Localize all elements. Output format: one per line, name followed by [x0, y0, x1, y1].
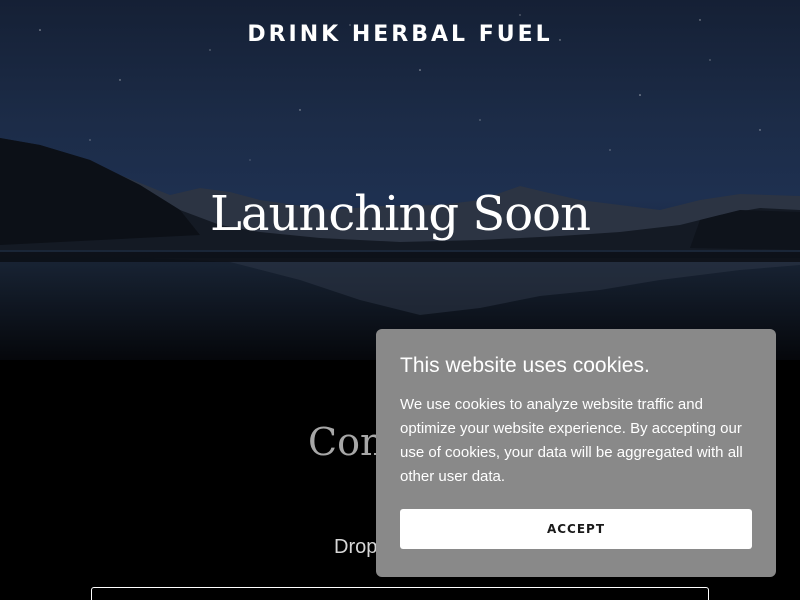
page: DRINK HERBAL FUEL Launching Soon Con Dro…	[0, 0, 800, 600]
cookie-title: This website uses cookies.	[400, 354, 650, 377]
drop-us-text: Drop	[334, 536, 378, 558]
contact-input[interactable]	[91, 587, 709, 600]
night-lake-background	[0, 14, 800, 360]
hero-section: DRINK HERBAL FUEL Launching Soon	[0, 0, 800, 360]
brand-title: DRINK HERBAL FUEL	[247, 22, 553, 47]
hero-title: Launching Soon	[210, 186, 591, 242]
accept-button[interactable]: ACCEPT	[400, 509, 752, 549]
cookie-body: We use cookies to analyze website traffi…	[400, 396, 743, 485]
contact-heading: Con	[308, 420, 385, 464]
cookie-banner: This website uses cookies. We use cookie…	[376, 329, 776, 577]
